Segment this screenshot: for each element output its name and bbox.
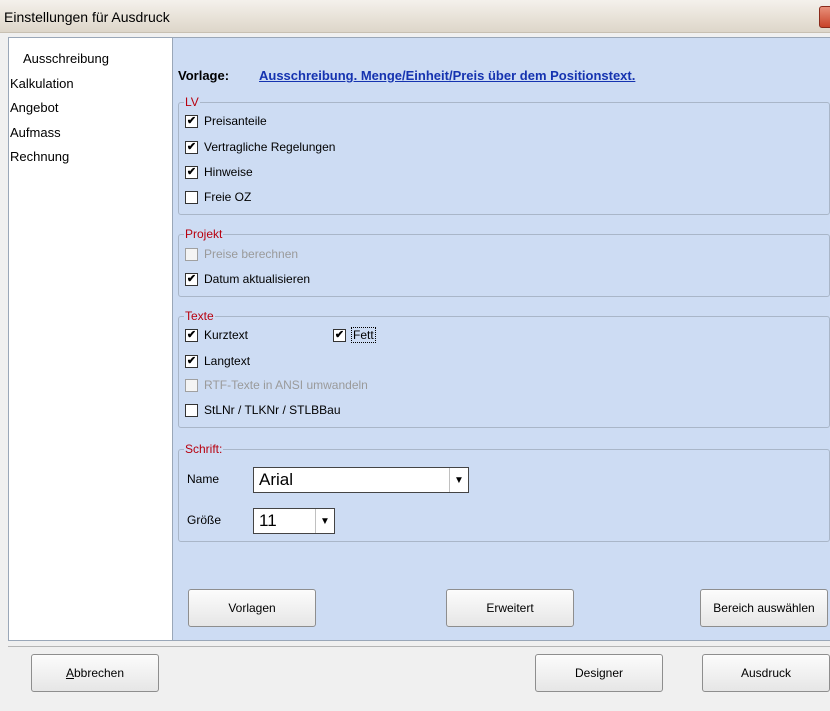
langtext-checkbox[interactable]: ✔ Langtext xyxy=(185,353,250,369)
datum-aktualisieren-checkbox[interactable]: ✔ Datum aktualisieren xyxy=(185,271,310,287)
nav-item-angebot[interactable]: Angebot xyxy=(10,100,58,115)
stlnr-checkbox[interactable]: StLNr / TLKNr / STLBBau xyxy=(185,402,341,418)
fett-label: Fett xyxy=(351,327,376,343)
check-icon: ✔ xyxy=(185,165,198,179)
datum-aktualisieren-label: Datum aktualisieren xyxy=(204,272,311,286)
category-list: Ausschreibung Kalkulation Angebot Aufmas… xyxy=(9,38,171,640)
font-size-select[interactable]: 11 ▼ xyxy=(253,508,335,534)
erweitert-button[interactable]: Erweitert xyxy=(446,589,574,627)
font-name-value: Arial xyxy=(259,470,294,489)
kurztext-label: Kurztext xyxy=(204,328,249,342)
unchecked-box-icon xyxy=(185,378,198,392)
close-button[interactable] xyxy=(819,6,830,28)
check-icon: ✔ xyxy=(185,272,198,286)
check-icon: ✔ xyxy=(185,140,198,154)
bereich-auswaehlen-button[interactable]: Bereich auswählen xyxy=(700,589,828,627)
rtf-ansi-checkbox[interactable]: RTF-Texte in ANSI umwandeln xyxy=(185,377,368,393)
projekt-group-title: Projekt xyxy=(184,226,224,242)
texte-group-title: Texte xyxy=(184,308,215,324)
langtext-label: Langtext xyxy=(204,354,251,368)
ausdruck-button[interactable]: Ausdruck xyxy=(702,654,830,692)
vorlagen-button[interactable]: Vorlagen xyxy=(188,589,316,627)
kurztext-checkbox[interactable]: ✔ Kurztext xyxy=(185,327,248,343)
nav-item-kalkulation[interactable]: Kalkulation xyxy=(10,76,74,91)
abbrechen-mnemonic: A xyxy=(65,666,74,680)
vorlage-label: Vorlage: xyxy=(178,68,230,83)
preise-berechnen-checkbox[interactable]: Preise berechnen xyxy=(185,246,298,262)
rtf-ansi-label: RTF-Texte in ANSI umwandeln xyxy=(204,378,368,392)
dialog-body: Ausschreibung Kalkulation Angebot Aufmas… xyxy=(0,33,830,711)
nav-item-ausschreibung[interactable]: Ausschreibung xyxy=(23,51,109,66)
freie-oz-checkbox[interactable]: Freie OZ xyxy=(185,189,251,205)
designer-button[interactable]: Designer xyxy=(535,654,663,692)
projekt-group: Projekt Preise berechnen ✔ Datum aktuali… xyxy=(178,226,830,297)
font-name-select[interactable]: Arial ▼ xyxy=(253,467,469,493)
chevron-down-icon: ▼ xyxy=(449,468,468,492)
content-frame: Ausschreibung Kalkulation Angebot Aufmas… xyxy=(8,37,830,641)
title-bar: Einstellungen für Ausdruck xyxy=(0,0,830,33)
nav-item-rechnung[interactable]: Rechnung xyxy=(10,149,69,164)
font-name-label: Name xyxy=(187,472,220,486)
lv-group: LV ✔ Preisanteile ✔ Vertragliche Regelun… xyxy=(178,94,830,215)
footer-separator xyxy=(8,646,830,647)
vertragliche-regelungen-checkbox[interactable]: ✔ Vertragliche Regelungen xyxy=(185,139,335,155)
lv-group-title: LV xyxy=(184,94,200,110)
check-icon: ✔ xyxy=(185,114,198,128)
fett-checkbox[interactable]: ✔ Fett xyxy=(333,327,376,343)
abbrechen-label: bbrechen xyxy=(73,666,125,680)
hinweise-checkbox[interactable]: ✔ Hinweise xyxy=(185,164,253,180)
check-icon: ✔ xyxy=(185,354,198,368)
hinweise-label: Hinweise xyxy=(204,165,253,179)
check-icon: ✔ xyxy=(333,328,346,342)
schrift-group-title: Schrift: xyxy=(184,441,224,457)
unchecked-box-icon xyxy=(185,403,198,417)
stlnr-label: StLNr / TLKNr / STLBBau xyxy=(204,403,341,417)
unchecked-box-icon xyxy=(185,190,198,204)
preisanteile-checkbox[interactable]: ✔ Preisanteile xyxy=(185,113,267,129)
preise-berechnen-label: Preise berechnen xyxy=(204,247,299,261)
abbrechen-button[interactable]: Abbrechen xyxy=(31,654,159,692)
vorlage-link[interactable]: Ausschreibung. Menge/Einheit/Preis über … xyxy=(259,68,635,83)
preisanteile-label: Preisanteile xyxy=(204,114,267,128)
font-size-value: 11 xyxy=(259,511,277,530)
chevron-down-icon: ▼ xyxy=(315,509,334,533)
schrift-group: Schrift: Name Arial ▼ Größe 11 ▼ xyxy=(178,441,830,542)
check-icon: ✔ xyxy=(185,328,198,342)
unchecked-box-icon xyxy=(185,247,198,261)
settings-panel: Vorlage: Ausschreibung. Menge/Einheit/Pr… xyxy=(172,38,830,640)
nav-item-aufmass[interactable]: Aufmass xyxy=(10,125,61,140)
font-size-label: Größe xyxy=(187,513,222,527)
texte-group: Texte ✔ Kurztext ✔ Fett ✔ Langtext RTF-T… xyxy=(178,308,830,428)
window-title: Einstellungen für Ausdruck xyxy=(4,9,170,25)
vertragliche-regelungen-label: Vertragliche Regelungen xyxy=(204,140,336,154)
freie-oz-label: Freie OZ xyxy=(204,190,252,204)
